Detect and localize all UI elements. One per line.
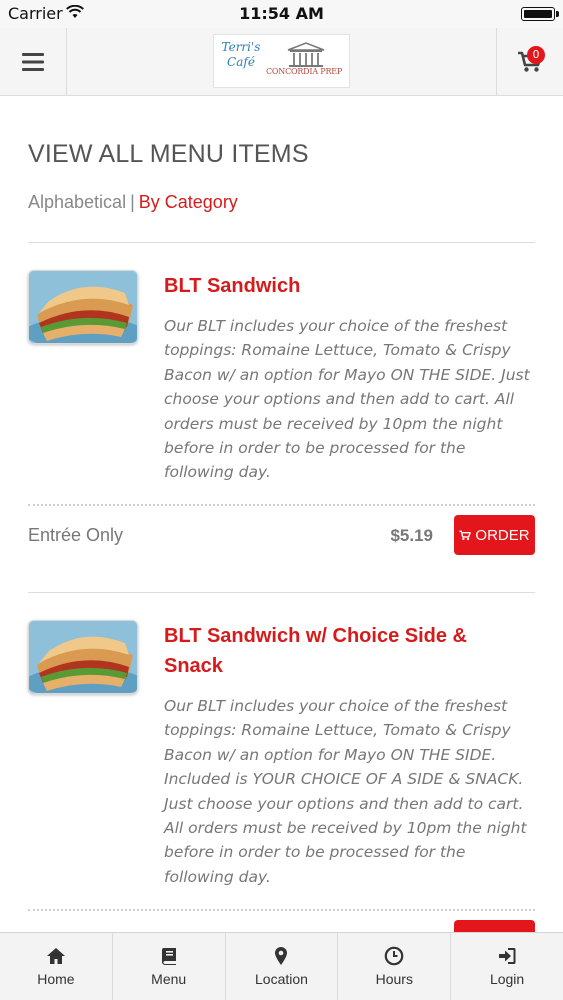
tab-label: Menu	[151, 971, 187, 987]
cart-button[interactable]: 0	[496, 28, 563, 95]
dotted-divider	[28, 504, 535, 506]
sort-by-category-link[interactable]: By Category	[139, 192, 238, 212]
hamburger-menu-button[interactable]	[0, 28, 67, 95]
logo-text-concordia-prep: CONCORDIA PREP	[266, 67, 343, 76]
tab-home[interactable]: Home	[0, 933, 113, 1000]
login-icon	[499, 948, 516, 964]
sort-alphabetical-link[interactable]: Alphabetical	[28, 192, 126, 212]
item-divider	[28, 592, 535, 593]
clock-icon	[384, 946, 404, 966]
menu-item-description: Our BLT includes your choice of the fres…	[164, 317, 530, 482]
sort-navigation: Alphabetical | By Category	[28, 192, 238, 213]
sandwich-image	[29, 271, 137, 343]
restaurant-logo: Terri's Café CONCORDIA PREP	[213, 34, 350, 88]
tab-label: Hours	[375, 971, 413, 987]
menu-item-name[interactable]: BLT Sandwich	[164, 271, 524, 301]
app-header: Terri's Café CONCORDIA PREP 0	[0, 28, 563, 96]
cart-icon	[459, 530, 472, 540]
home-icon	[46, 948, 65, 964]
order-button-label: ORDER	[475, 526, 530, 544]
battery-icon	[521, 7, 559, 21]
menu-item-name[interactable]: BLT Sandwich w/ Choice Side & Snack	[164, 621, 504, 681]
sort-separator: |	[130, 192, 135, 212]
status-bar: Carrier 11:54 AM	[0, 0, 563, 28]
tab-login[interactable]: Login	[451, 933, 563, 1000]
blt-sandwich-side-snack-thumbnail[interactable]	[28, 620, 138, 694]
book-icon	[161, 948, 176, 965]
hamburger-icon	[22, 52, 44, 71]
cart-count-badge: 0	[527, 46, 545, 64]
menu-item-description: Our BLT includes your choice of the fres…	[164, 697, 527, 886]
tab-hours[interactable]: Hours	[338, 933, 452, 1000]
menu-item-option-label: Entrée Only	[28, 525, 124, 545]
order-button[interactable]: ORDER	[454, 515, 535, 555]
blt-sandwich-thumbnail[interactable]	[28, 270, 138, 344]
section-divider	[28, 242, 535, 243]
bottom-tab-bar: Home Menu Location Hours Login	[0, 932, 563, 1000]
tab-menu[interactable]: Menu	[113, 933, 226, 1000]
clock-time: 11:54 AM	[239, 4, 324, 23]
tab-label: Home	[37, 971, 75, 987]
tab-location[interactable]: Location	[226, 933, 339, 1000]
menu-item-price: $5.19	[390, 526, 433, 545]
dotted-divider	[28, 909, 535, 911]
tab-label: Login	[489, 971, 525, 987]
building-icon	[287, 42, 325, 67]
sandwich-image	[29, 621, 137, 693]
tab-label: Location	[255, 971, 308, 987]
logo-text-terris-cafe: Terri's Café	[221, 40, 261, 69]
page-title: VIEW ALL MENU ITEMS	[28, 140, 309, 168]
map-pin-icon	[275, 947, 288, 965]
